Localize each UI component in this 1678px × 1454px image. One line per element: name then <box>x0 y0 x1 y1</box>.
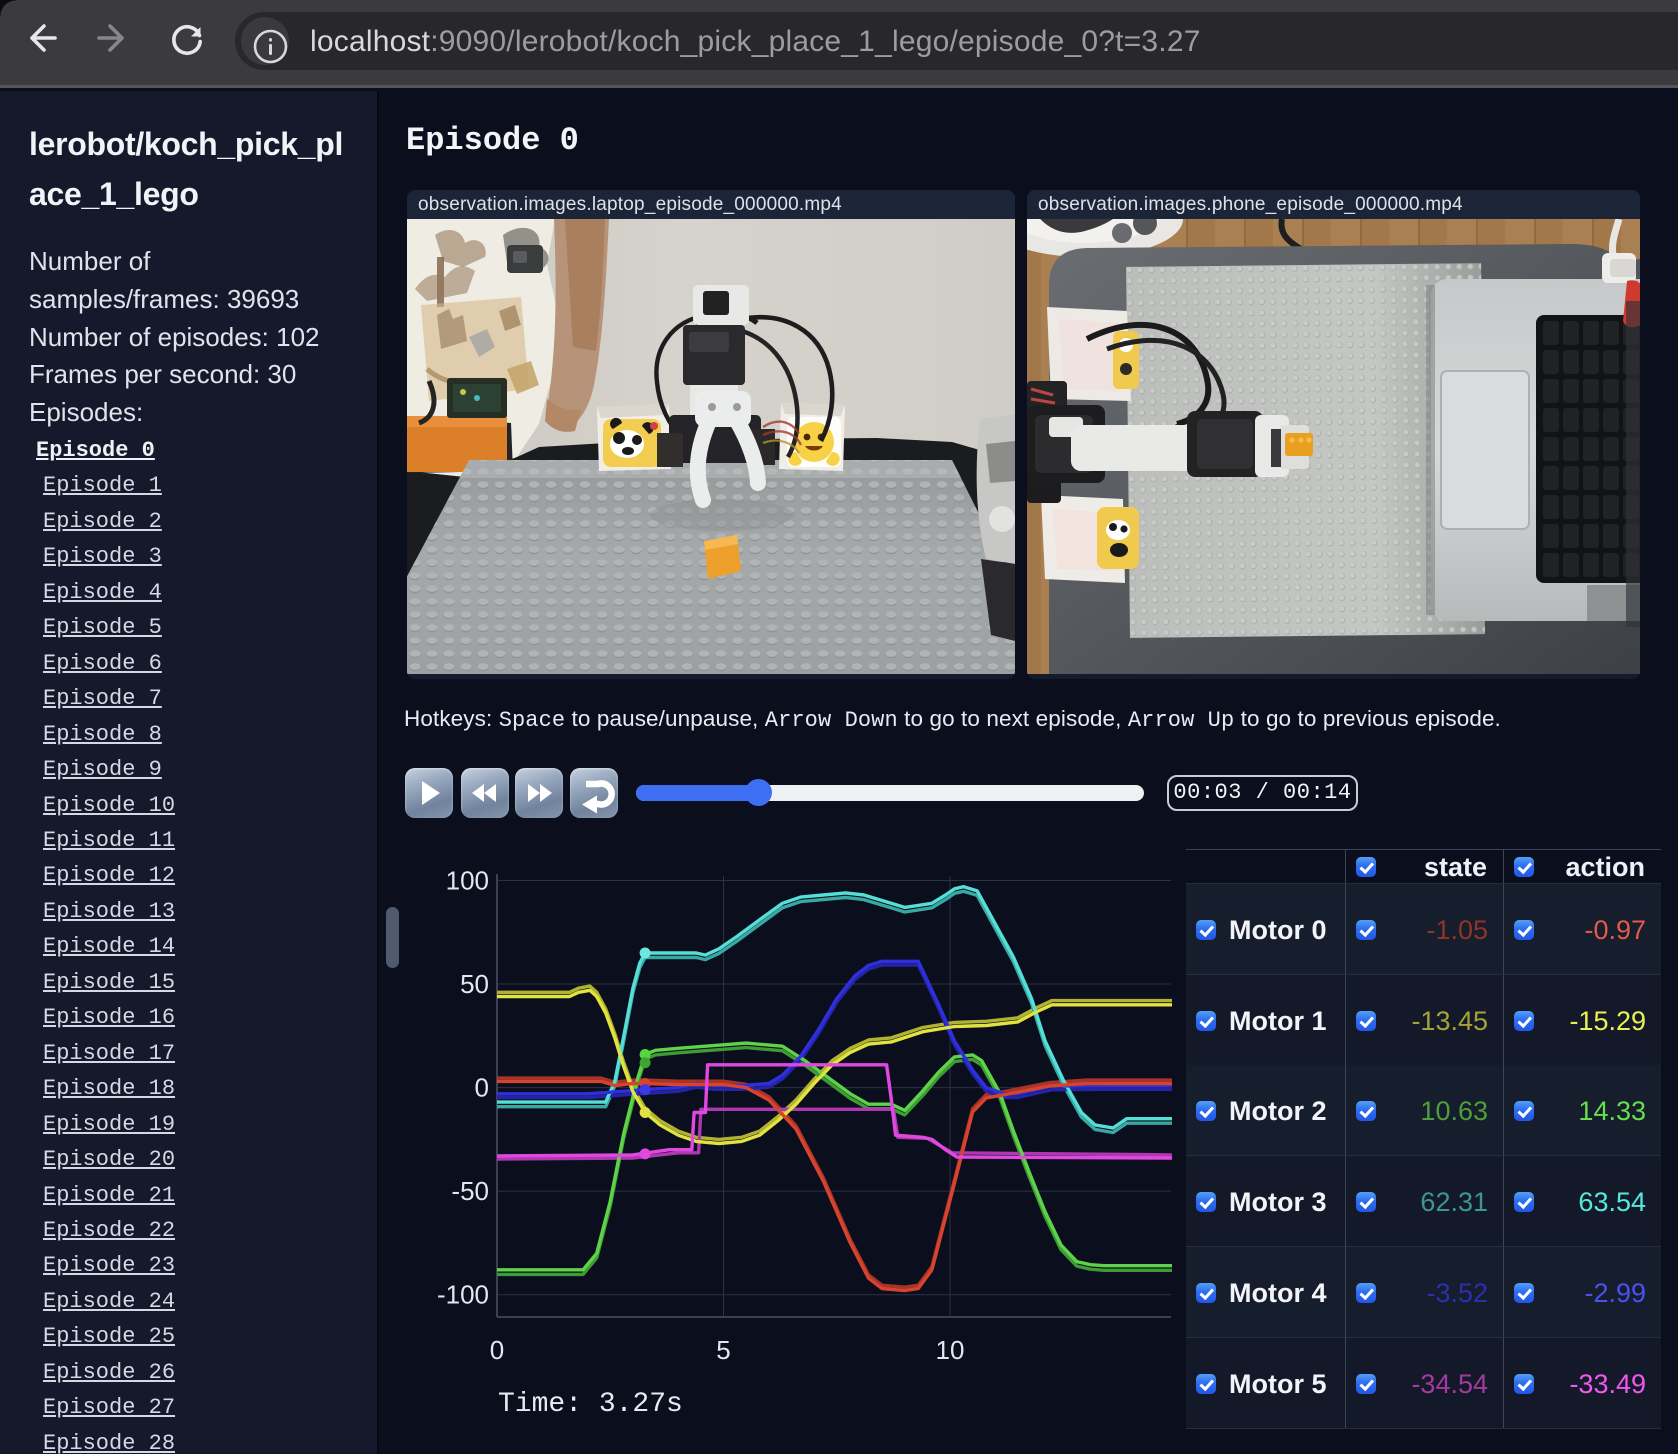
svg-text:-50: -50 <box>451 1176 489 1206</box>
svg-text:0: 0 <box>490 1335 504 1365</box>
svg-text:0: 0 <box>475 1073 489 1103</box>
svg-text:50: 50 <box>460 969 489 999</box>
svg-text:5: 5 <box>716 1335 730 1365</box>
svg-text:-100: -100 <box>437 1280 489 1310</box>
svg-text:100: 100 <box>446 866 489 896</box>
svg-text:Time: 3.27s: Time: 3.27s <box>498 1389 683 1420</box>
svg-text:10: 10 <box>936 1335 965 1365</box>
